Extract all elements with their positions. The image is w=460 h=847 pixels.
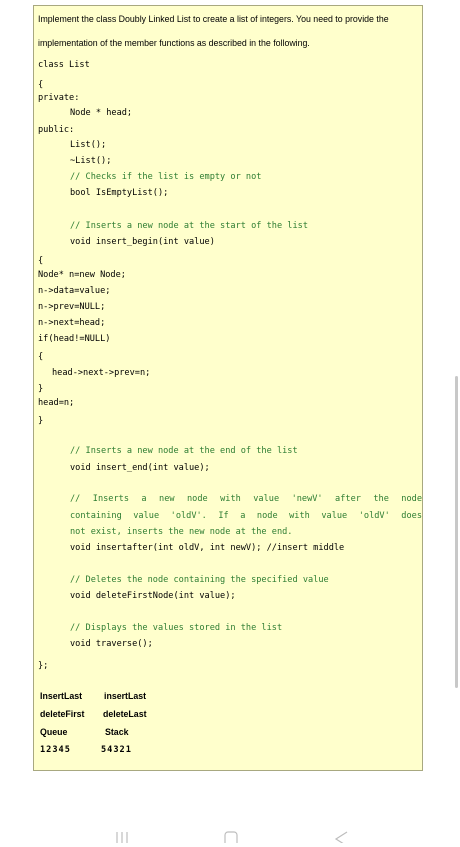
code-open-brace: { (38, 80, 44, 90)
home-icon[interactable] (222, 828, 240, 847)
code-empty-comment: // Checks if the list is empty or not (70, 172, 262, 182)
code-insert-begin-decl: void insert_begin(int value) (70, 237, 215, 247)
op-stack-label: Stack (105, 727, 129, 737)
op-queue-label: Queue (40, 727, 68, 737)
impl-if-open: { (38, 352, 44, 362)
stack-output: 54321 (101, 745, 132, 755)
impl-head-prev: head->next->prev=n; (52, 368, 151, 378)
op-insert-last-b: insertLast (104, 691, 147, 701)
impl-node-new: Node* n=new Node; (38, 270, 126, 280)
intro-line-1: Implement the class Doubly Linked List t… (38, 14, 389, 24)
code-class-close: }; (38, 661, 49, 671)
code-class-decl: class List (38, 60, 90, 70)
impl-close-brace: } (38, 416, 44, 426)
code-insertafter-decl: void insertafter(int oldV, int newV); //… (70, 543, 345, 553)
scrollbar[interactable] (455, 376, 458, 688)
intro-line-2: implementation of the member functions a… (38, 38, 310, 48)
op-insert-last-a: InsertLast (40, 691, 83, 701)
code-dtor: ~List(); (70, 156, 112, 166)
code-delete-decl: void deleteFirstNode(int value); (70, 591, 236, 601)
code-traverse-comment: // Displays the values stored in the lis… (70, 623, 283, 633)
impl-data-assign: n->data=value; (38, 286, 111, 296)
queue-output: 12345 (40, 745, 71, 755)
impl-prev-assign: n->prev=NULL; (38, 302, 106, 312)
code-head-decl: Node * head; (70, 108, 133, 118)
code-ctor: List(); (70, 140, 107, 150)
code-empty-decl: bool IsEmptyList(); (70, 188, 169, 198)
code-public-label: public: (38, 125, 75, 135)
op-delete-first: deleteFirst (40, 709, 85, 719)
impl-if-close: } (38, 384, 44, 394)
code-private-label: private: (38, 93, 80, 103)
impl-head-assign: head=n; (38, 398, 75, 408)
code-insertafter-comment-2: containing value 'oldV'. If a node with … (70, 511, 422, 521)
impl-open-brace: { (38, 256, 44, 266)
code-insertafter-comment-1: // Inserts a new node with value 'newV' … (70, 494, 422, 504)
code-insertafter-comment-3: not exist, inserts the new node at the e… (70, 527, 293, 537)
impl-if: if(head!=NULL) (38, 334, 111, 344)
recents-icon[interactable] (113, 828, 131, 847)
back-icon[interactable] (332, 828, 350, 847)
op-delete-last: deleteLast (103, 709, 147, 719)
code-insert-end-comment: // Inserts a new node at the end of the … (70, 446, 298, 456)
code-insert-end-decl: void insert_end(int value); (70, 463, 210, 473)
code-insert-begin-comment: // Inserts a new node at the start of th… (70, 221, 308, 231)
document-panel: Implement the class Doubly Linked List t… (33, 5, 423, 771)
code-delete-comment: // Deletes the node containing the speci… (70, 575, 329, 585)
navigation-bar (0, 824, 460, 847)
impl-next-assign: n->next=head; (38, 318, 106, 328)
code-traverse-decl: void traverse(); (70, 639, 153, 649)
